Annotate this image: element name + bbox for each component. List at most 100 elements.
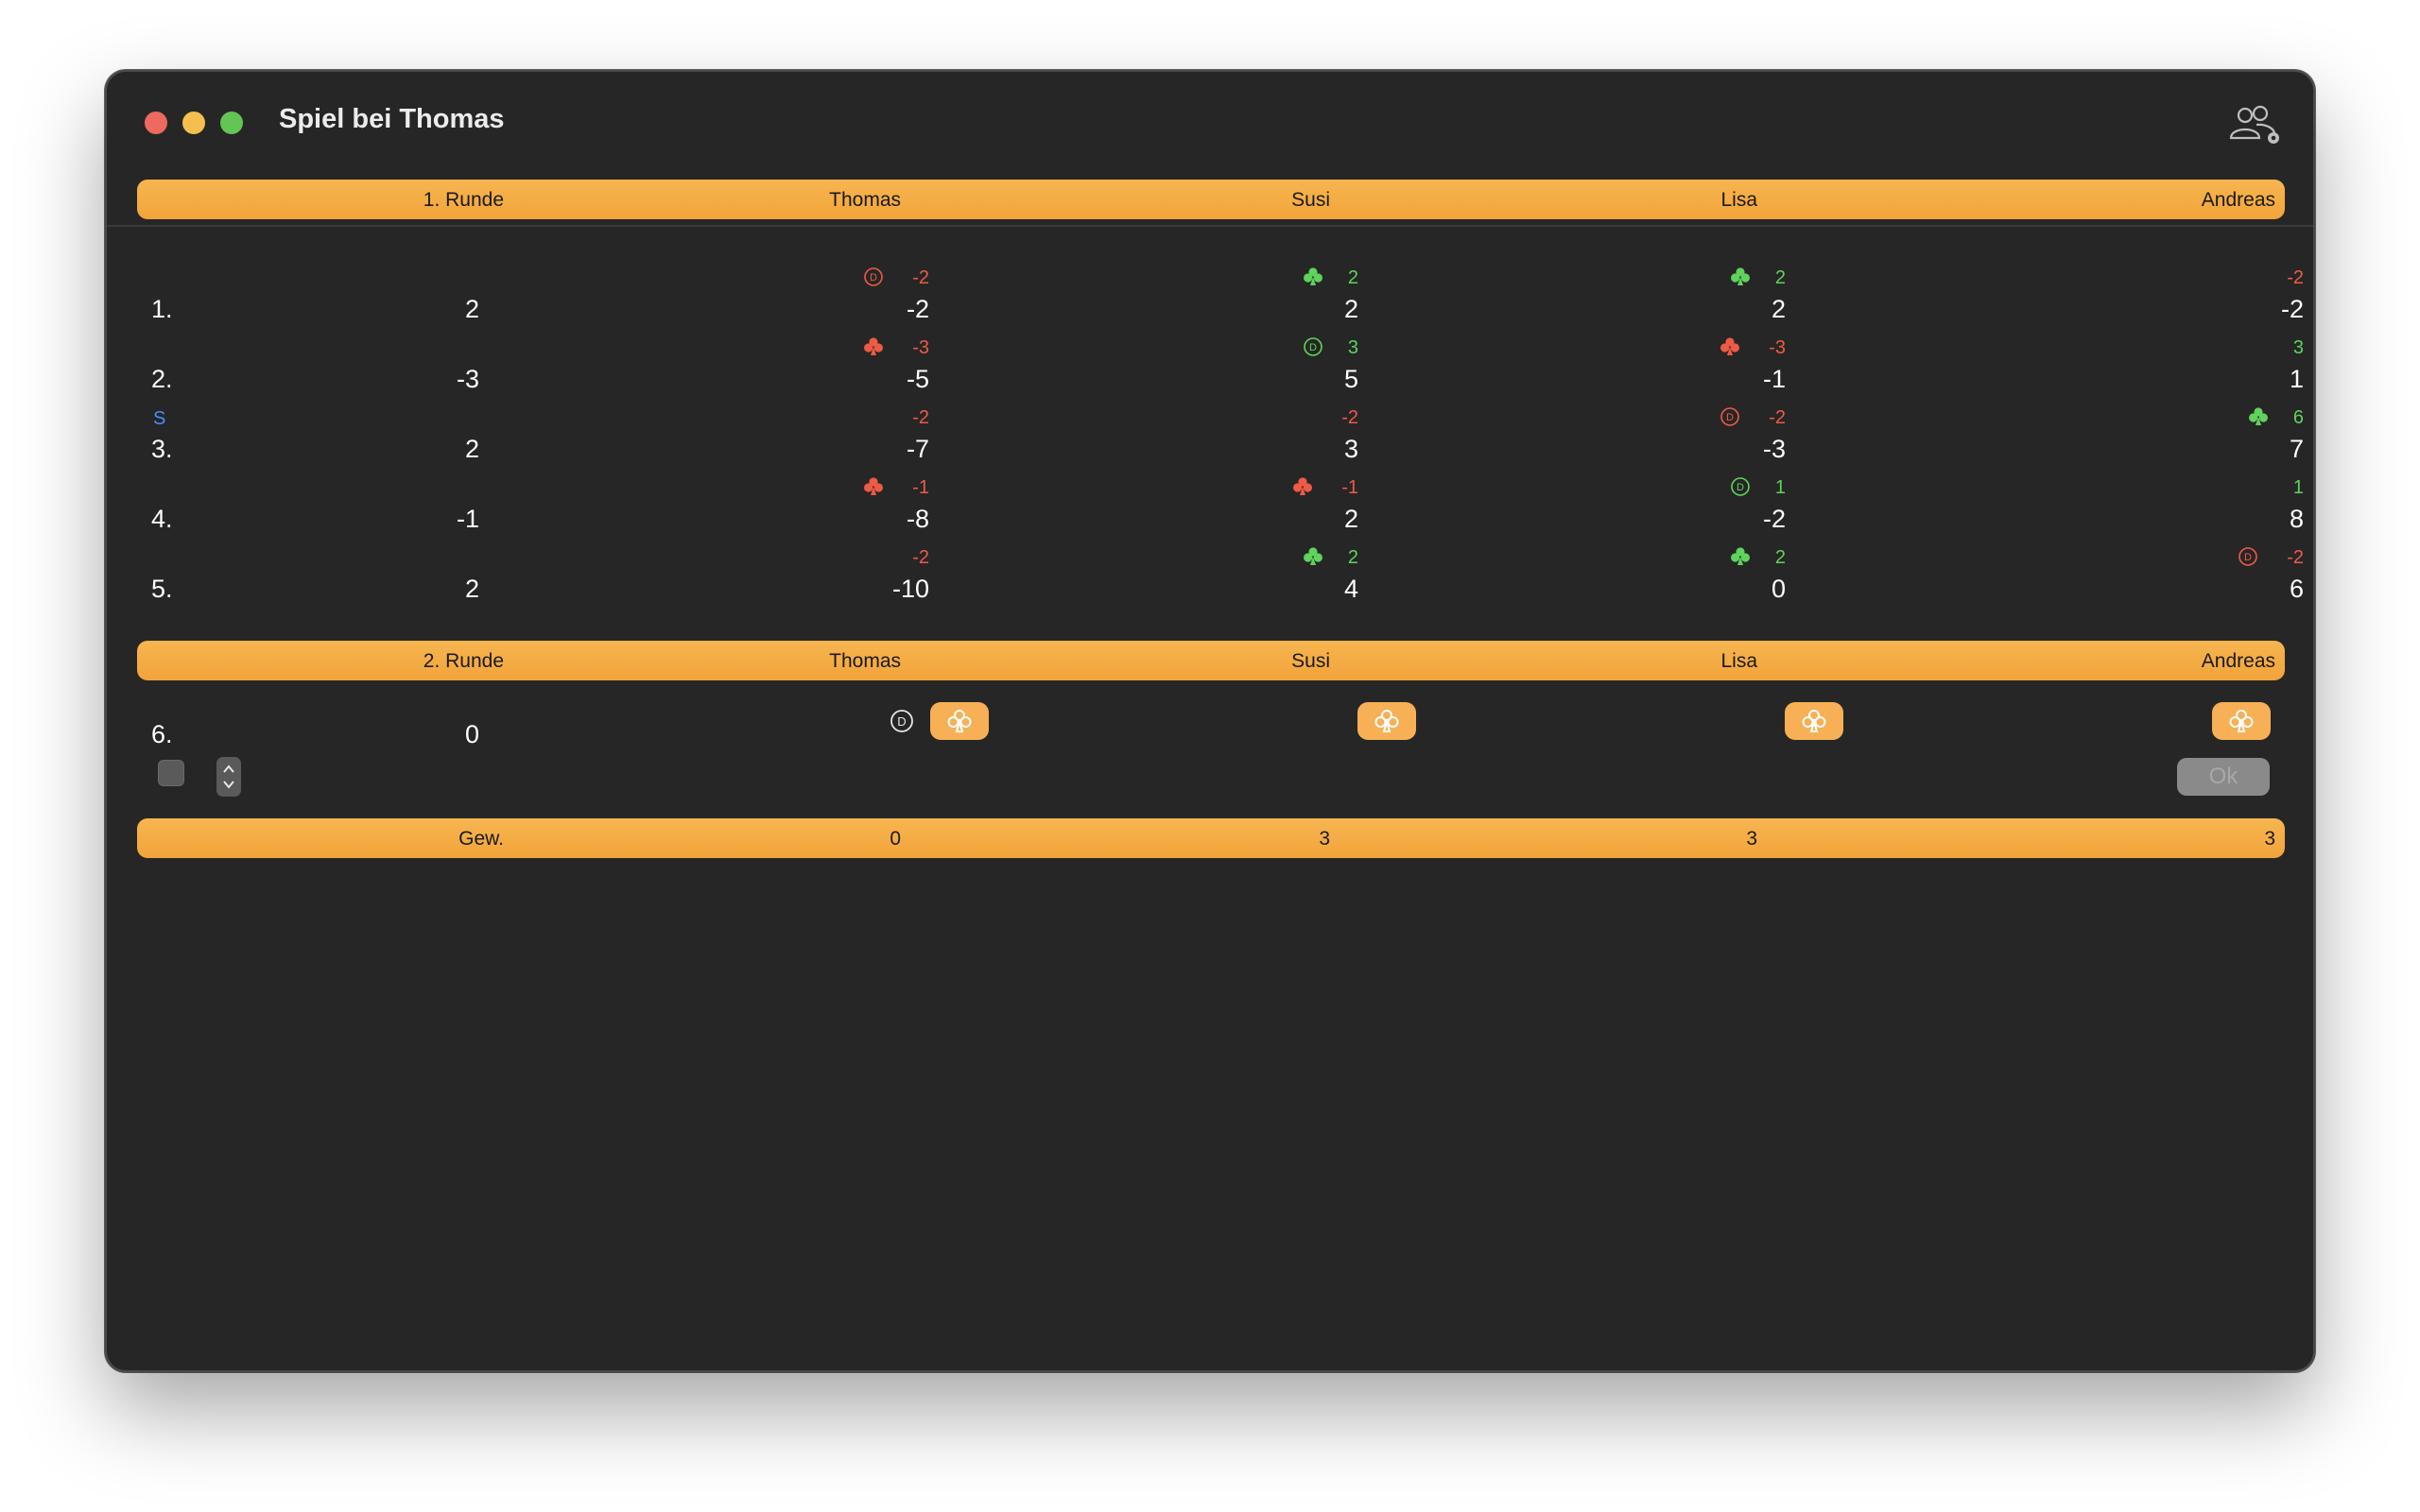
player-header-susi: Susi <box>1291 189 1330 211</box>
score-delta-susi: -1 <box>1341 477 1358 498</box>
total-andreas: 3 <box>2264 828 2275 850</box>
player-header-thomas: Thomas <box>829 189 901 211</box>
round-label: 1. Runde <box>423 189 504 211</box>
dealer-icon: D <box>1304 337 1322 356</box>
divider <box>107 225 2313 227</box>
row-game-value: -1 <box>456 505 479 533</box>
score-total-thomas: -2 <box>906 295 929 323</box>
total-thomas: 0 <box>890 828 901 850</box>
row-index: 5. <box>151 575 173 603</box>
score-delta-thomas: -3 <box>912 337 929 358</box>
score-delta-lisa: 2 <box>1774 547 1786 568</box>
score-delta-andreas: 3 <box>2292 337 2304 358</box>
footer-label: Gew. <box>458 828 504 850</box>
row-index: 6. <box>151 720 173 748</box>
score-delta-andreas: -2 <box>2287 267 2304 288</box>
dealer-icon: D <box>1720 407 1739 426</box>
club-icon <box>1731 547 1750 565</box>
row-game-value: 2 <box>464 435 479 463</box>
club-toggle-susi[interactable] <box>1357 702 1416 740</box>
stepper-arrows-icon <box>223 765 234 789</box>
score-delta-lisa: 2 <box>1774 267 1786 288</box>
club-toggle-andreas[interactable] <box>2212 702 2271 740</box>
score-total-lisa: -1 <box>1762 365 1786 393</box>
totals-footer: Gew. 0 3 3 3 <box>137 818 2285 858</box>
club-outline-icon <box>2229 710 2254 732</box>
score-delta-andreas: -2 <box>2287 547 2304 568</box>
solo-checkbox[interactable] <box>158 760 184 786</box>
svg-text:D: D <box>1726 412 1734 423</box>
total-lisa: 3 <box>1746 828 1757 850</box>
club-icon <box>864 337 883 355</box>
club-icon <box>1304 547 1322 565</box>
score-total-susi: 2 <box>1343 295 1358 323</box>
club-icon <box>1720 337 1739 355</box>
club-toggle-lisa[interactable] <box>1785 702 1843 740</box>
row-index: 2. <box>151 365 173 393</box>
score-total-andreas: 1 <box>2289 365 2304 393</box>
score-delta-andreas: 1 <box>2292 477 2304 498</box>
dealer-icon: D <box>1731 477 1750 496</box>
score-total-lisa: 0 <box>1771 575 1786 603</box>
svg-text:D: D <box>1737 482 1744 493</box>
score-total-thomas: -8 <box>906 505 929 533</box>
player-header-lisa: Lisa <box>1720 650 1757 672</box>
score-delta-lisa: -3 <box>1769 337 1786 358</box>
club-outline-icon <box>1802 710 1826 732</box>
score-delta-susi: 3 <box>1347 337 1358 358</box>
zoom-window-button[interactable] <box>220 112 243 134</box>
club-icon <box>864 477 883 495</box>
close-window-button[interactable] <box>145 112 167 134</box>
score-delta-thomas: -1 <box>912 477 929 498</box>
svg-text:D: D <box>2244 552 2252 563</box>
score-total-susi: 2 <box>1343 505 1358 533</box>
row-game-value: -3 <box>456 365 479 393</box>
score-delta-lisa: 1 <box>1774 477 1786 498</box>
round-label: 2. Runde <box>423 650 504 672</box>
score-total-andreas: 6 <box>2289 575 2304 603</box>
score-total-andreas: 8 <box>2289 505 2304 533</box>
score-total-susi: 4 <box>1343 575 1358 603</box>
score-total-lisa: -2 <box>1762 505 1786 533</box>
minimize-window-button[interactable] <box>182 112 205 134</box>
score-total-thomas: -7 <box>906 435 929 463</box>
row-game-value: 0 <box>464 720 479 748</box>
score-delta-thomas: -2 <box>912 407 929 428</box>
player-header-thomas: Thomas <box>829 650 901 672</box>
round2-header: 2. Runde Thomas Susi Lisa Andreas <box>137 641 2285 680</box>
player-header-andreas: Andreas <box>2201 650 2275 672</box>
score-total-andreas: 7 <box>2289 435 2304 463</box>
score-total-susi: 5 <box>1343 365 1358 393</box>
club-outline-icon <box>947 710 972 732</box>
players-settings-icon[interactable] <box>2228 104 2283 147</box>
score-delta-lisa: -2 <box>1769 407 1786 428</box>
score-total-thomas: -10 <box>891 575 929 603</box>
dealer-icon: D <box>2238 547 2257 566</box>
score-delta-susi: -2 <box>1341 407 1358 428</box>
round1-header: 1. Runde Thomas Susi Lisa Andreas <box>137 180 2285 219</box>
game-value-stepper[interactable] <box>216 757 241 797</box>
svg-text:D: D <box>897 714 906 729</box>
club-outline-icon <box>1374 710 1399 732</box>
player-header-andreas: Andreas <box>2201 189 2275 211</box>
score-delta-susi: 2 <box>1347 547 1358 568</box>
player-header-susi: Susi <box>1291 650 1330 672</box>
score-delta-susi: 2 <box>1347 267 1358 288</box>
dealer-icon[interactable]: D <box>890 709 914 733</box>
score-delta-andreas: 6 <box>2292 407 2304 428</box>
svg-text:D: D <box>1309 342 1317 353</box>
score-delta-thomas: -2 <box>912 547 929 568</box>
club-icon <box>1293 477 1312 495</box>
score-total-lisa: 2 <box>1771 295 1786 323</box>
ok-button[interactable]: Ok <box>2177 758 2270 796</box>
score-total-thomas: -5 <box>906 365 929 393</box>
row-index: 4. <box>151 505 173 533</box>
row-index: 1. <box>151 295 173 323</box>
svg-text:D: D <box>870 272 877 284</box>
row-game-value: 2 <box>464 295 479 323</box>
club-toggle-thomas[interactable] <box>930 702 989 740</box>
player-header-lisa: Lisa <box>1720 189 1757 211</box>
dealer-icon: D <box>864 267 883 286</box>
score-total-andreas: -2 <box>2280 295 2304 323</box>
score-total-lisa: -3 <box>1762 435 1786 463</box>
